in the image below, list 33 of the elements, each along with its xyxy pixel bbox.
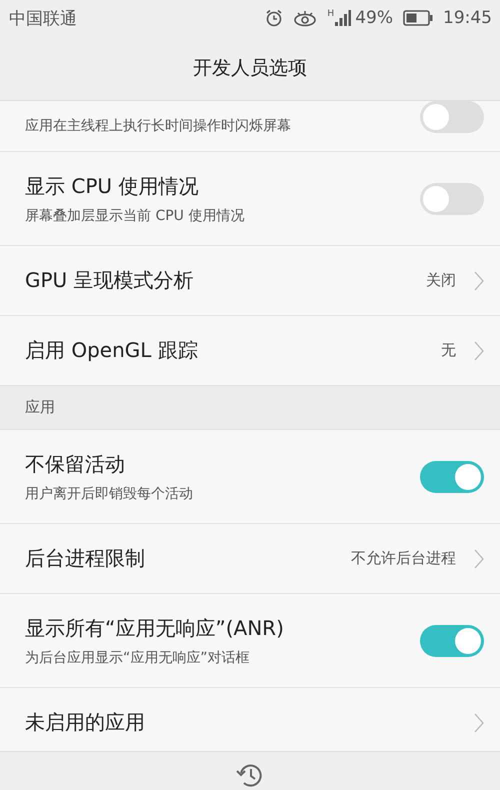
section-title: 应用	[25, 398, 55, 417]
chevron-right-icon	[474, 270, 484, 290]
page-title: 开发人员选项	[193, 56, 307, 81]
setting-title: 未启用的应用	[25, 709, 146, 736]
setting-value: 无	[441, 341, 456, 360]
chevron-right-icon	[474, 548, 484, 568]
setting-title: 后台进程限制	[25, 545, 146, 572]
setting-title: GPU 呈现模式分析	[25, 267, 195, 294]
setting-description: 为后台应用显示“应用无响应”对话框	[25, 648, 251, 666]
battery-percentage: 49%	[355, 8, 393, 28]
network-type: H	[327, 9, 334, 19]
setting-value: 关闭	[426, 271, 456, 290]
toggle-switch[interactable]	[420, 624, 484, 656]
chevron-right-icon	[474, 340, 484, 360]
setting-description: 屏幕叠加层显示当前 CPU 使用情况	[25, 206, 246, 224]
chevron-right-icon	[474, 712, 484, 732]
signal-icon	[335, 9, 352, 27]
clock-time: 19:45	[443, 8, 492, 28]
battery-icon	[403, 10, 433, 26]
toggle-switch[interactable]	[420, 101, 484, 133]
toggle-switch[interactable]	[420, 460, 484, 492]
setting-description: 应用在主线程上执行长时间操作时闪烁屏幕	[25, 117, 292, 135]
settings-row[interactable]: 应用在主线程上执行长时间操作时闪烁屏幕	[0, 101, 500, 152]
setting-title: 显示所有“应用无响应”(ANR)	[25, 614, 285, 642]
carrier-name: 中国联通	[9, 8, 77, 30]
toggle-switch[interactable]	[420, 182, 484, 214]
eye-icon	[293, 9, 318, 27]
setting-title: 启用 OpenGL 跟踪	[25, 337, 199, 364]
setting-value: 不允许后台进程	[351, 549, 456, 568]
setting-title: 显示 CPU 使用情况	[25, 172, 200, 200]
setting-title: 不保留活动	[25, 450, 126, 478]
alarm-icon	[265, 9, 284, 27]
setting-description: 用户离开后即销毁每个活动	[25, 484, 194, 502]
